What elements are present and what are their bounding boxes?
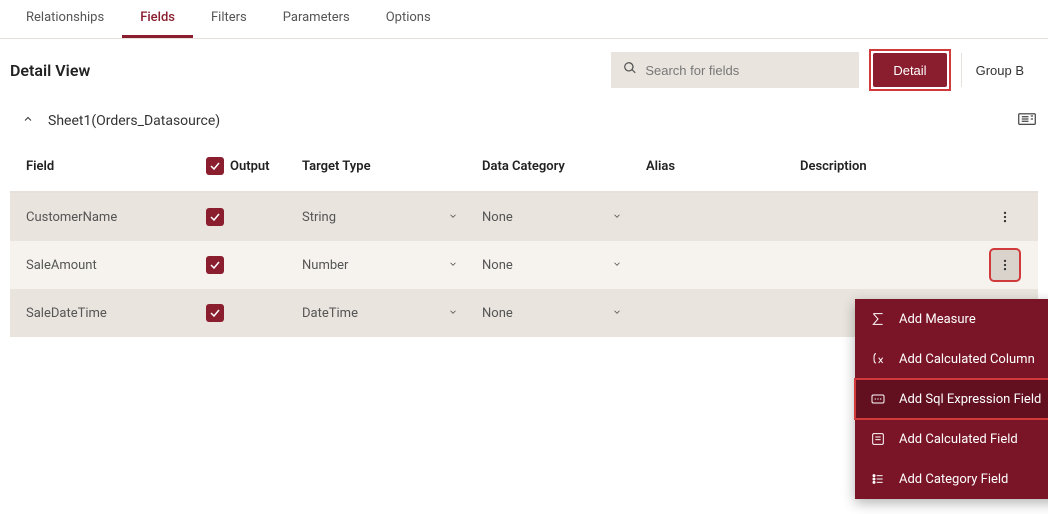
chevron-down-icon	[448, 210, 458, 225]
search-field[interactable]	[611, 52, 859, 88]
data-category-dropdown[interactable]: None	[482, 258, 646, 273]
top-tabs: Relationships Fields Filters Parameters …	[0, 0, 1048, 39]
cell-field: SaleAmount	[26, 258, 206, 273]
sheet-title: Sheet1(Orders_Datasource)	[48, 113, 220, 129]
chevron-up-icon	[22, 113, 34, 129]
chevron-down-icon	[612, 258, 622, 273]
chevron-down-icon	[448, 306, 458, 321]
search-input[interactable]	[645, 63, 847, 78]
chevron-down-icon	[612, 210, 622, 225]
detail-button[interactable]: Detail	[873, 53, 946, 87]
target-type-dropdown[interactable]: String	[302, 210, 482, 225]
data-category-dropdown[interactable]: None	[482, 210, 646, 225]
chevron-down-icon	[448, 258, 458, 273]
search-icon	[623, 61, 637, 79]
details-view-icon[interactable]	[1018, 112, 1036, 130]
grid-header: Field Output Target Type Data Category A…	[10, 141, 1038, 193]
col-category: Data Category	[482, 159, 646, 174]
row-actions-button[interactable]	[991, 250, 1019, 280]
target-type-dropdown[interactable]: Number	[302, 258, 482, 273]
group-by-button[interactable]: Group B	[961, 53, 1038, 87]
menu-add-calculated-column[interactable]: Add Calculated Column	[855, 339, 1048, 379]
list-icon	[869, 471, 887, 487]
tab-parameters[interactable]: Parameters	[265, 0, 368, 38]
menu-add-calculated-field[interactable]: Add Calculated Field	[855, 419, 1048, 459]
output-checkbox[interactable]	[206, 256, 224, 274]
output-checkbox[interactable]	[206, 304, 224, 322]
target-type-dropdown[interactable]: DateTime	[302, 306, 482, 321]
sql-icon	[869, 391, 887, 407]
menu-add-measure[interactable]: Add Measure	[855, 299, 1048, 339]
menu-add-sql-expression[interactable]: Add Sql Expression Field	[855, 379, 1048, 419]
table-row: CustomerName String None	[10, 193, 1038, 241]
row-context-menu: Add Measure Add Calculated Column Add Sq…	[855, 299, 1048, 499]
cell-field: SaleDateTime	[26, 306, 206, 321]
tab-fields[interactable]: Fields	[122, 0, 193, 38]
sheet-header[interactable]: Sheet1(Orders_Datasource)	[10, 101, 1038, 141]
cell-field: CustomerName	[26, 210, 206, 225]
header-row: Detail View Detail Group B	[0, 39, 1048, 101]
col-desc: Description	[800, 159, 988, 174]
output-all-checkbox[interactable]	[206, 157, 224, 175]
chevron-down-icon	[612, 306, 622, 321]
output-checkbox[interactable]	[206, 208, 224, 226]
menu-add-category-field[interactable]: Add Category Field	[855, 459, 1048, 499]
tab-relationships[interactable]: Relationships	[8, 0, 122, 38]
table-row: SaleAmount Number None	[10, 241, 1038, 289]
tab-options[interactable]: Options	[368, 0, 449, 38]
col-target: Target Type	[302, 159, 482, 174]
tab-filters[interactable]: Filters	[193, 0, 265, 38]
calc-field-icon	[869, 431, 887, 447]
col-output[interactable]: Output	[206, 157, 302, 175]
col-field: Field	[26, 159, 206, 174]
col-output-label: Output	[230, 159, 270, 174]
fx-icon	[869, 351, 887, 367]
sigma-icon	[869, 311, 887, 327]
page-title: Detail View	[10, 61, 599, 80]
data-category-dropdown[interactable]: None	[482, 306, 646, 321]
col-alias: Alias	[646, 159, 800, 174]
row-actions-button[interactable]	[991, 202, 1019, 232]
